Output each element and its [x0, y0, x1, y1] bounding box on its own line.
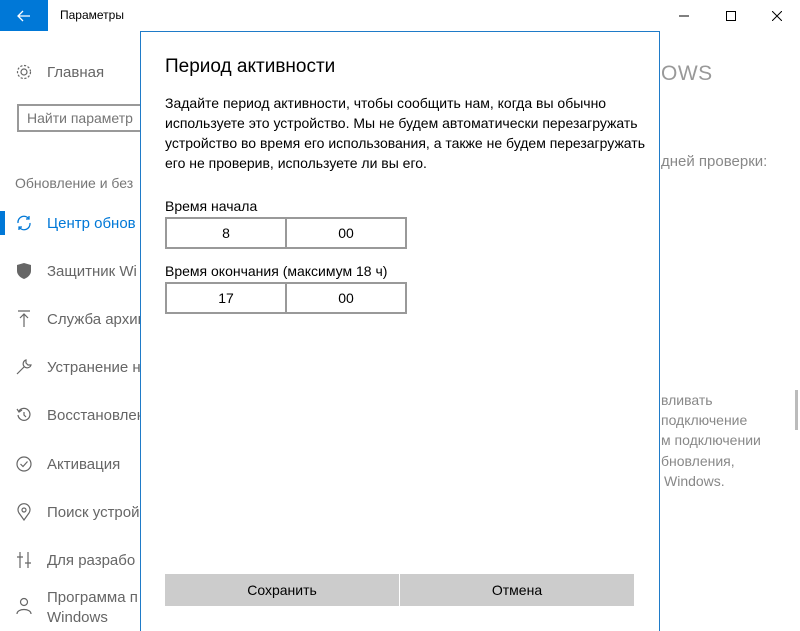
check-circle-icon	[14, 454, 34, 474]
minimize-icon	[679, 15, 689, 16]
background-paragraph-line: подключение	[661, 412, 748, 428]
sidebar-item-find-device[interactable]: Поиск устрой	[0, 500, 140, 524]
scrollbar-thumb[interactable]	[795, 390, 798, 430]
maximize-button[interactable]	[708, 0, 754, 31]
sidebar-item-insider[interactable]: Программа п Windows	[0, 588, 140, 628]
sidebar-item-defender[interactable]: Защитник Wi	[0, 259, 140, 283]
save-button[interactable]: Сохранить	[165, 574, 399, 606]
start-hour-field[interactable]: 8	[167, 219, 285, 247]
title-bar: Параметры	[0, 0, 800, 31]
window-title: Параметры	[60, 8, 124, 22]
sidebar-item-backup[interactable]: Служба архив	[0, 307, 146, 331]
background-paragraph-line: м подключении	[661, 432, 761, 448]
back-arrow-icon	[17, 10, 30, 21]
gear-icon	[14, 62, 34, 82]
page-heading-fragment: OWS	[661, 62, 713, 85]
dialog-title: Период активности	[165, 56, 336, 77]
backup-arrow-icon	[14, 309, 34, 329]
close-icon	[772, 10, 782, 21]
sidebar-item-troubleshoot[interactable]: Устранение н	[0, 355, 141, 379]
wrench-icon	[14, 357, 34, 377]
close-button[interactable]	[754, 0, 800, 31]
sidebar-item-developers[interactable]: Для разрабо	[0, 548, 140, 572]
maximize-icon	[726, 10, 736, 21]
sync-icon	[14, 213, 34, 233]
sidebar-item-recovery[interactable]: Восстановлен	[0, 403, 145, 427]
sidebar-item-label: Устранение н	[47, 358, 141, 376]
sidebar-item-label: Поиск устрой	[47, 503, 140, 521]
last-check-text: дней проверки:	[661, 153, 768, 170]
section-heading: Обновление и без	[15, 175, 134, 191]
sidebar-item-label: Центр обнов	[47, 214, 136, 232]
background-paragraph-line: Windows.	[664, 473, 725, 489]
sidebar-item-label: Для разрабо	[47, 551, 136, 569]
insider-icon	[14, 596, 34, 616]
end-time-label: Время окончания (максимум 18 ч)	[165, 263, 388, 279]
sidebar-item-update-center[interactable]: Центр обнов	[0, 211, 140, 235]
start-time-picker[interactable]: 8 00	[165, 217, 407, 249]
developer-icon	[14, 550, 34, 570]
dialog-description: Задайте период активности, чтобы сообщит…	[165, 95, 645, 171]
end-hour-field[interactable]: 17	[167, 284, 285, 312]
active-hours-dialog: Период активности Задайте период активно…	[140, 31, 660, 631]
background-paragraph-line: бновления,	[661, 453, 735, 469]
sidebar-item-label: Главная	[47, 63, 105, 81]
cancel-button[interactable]: Отмена	[400, 574, 634, 606]
sidebar-item-label: Восстановлен	[47, 406, 146, 424]
restore-icon	[14, 405, 34, 425]
minimize-button[interactable]	[661, 0, 707, 31]
background-paragraph-line: вливать	[661, 392, 713, 408]
sidebar-item-home[interactable]: Главная	[0, 60, 140, 84]
sidebar-item-label: Защитник Wi	[47, 262, 137, 280]
back-button[interactable]	[0, 0, 48, 31]
sidebar-item-label: Программа п Windows	[47, 588, 138, 628]
sidebar-item-label: Активация	[47, 455, 121, 473]
start-minute-field[interactable]: 00	[285, 219, 405, 247]
sidebar-item-activation[interactable]: Активация	[0, 452, 140, 476]
start-time-label: Время начала	[165, 198, 258, 214]
shield-icon	[14, 261, 34, 281]
find-device-icon	[14, 502, 34, 522]
end-time-picker[interactable]: 17 00	[165, 282, 407, 314]
sidebar-item-label-line2: Windows	[47, 609, 108, 626]
sidebar-item-label-line1: Программа п	[47, 589, 138, 606]
end-minute-field[interactable]: 00	[285, 284, 405, 312]
sidebar-item-label: Служба архив	[47, 310, 146, 328]
